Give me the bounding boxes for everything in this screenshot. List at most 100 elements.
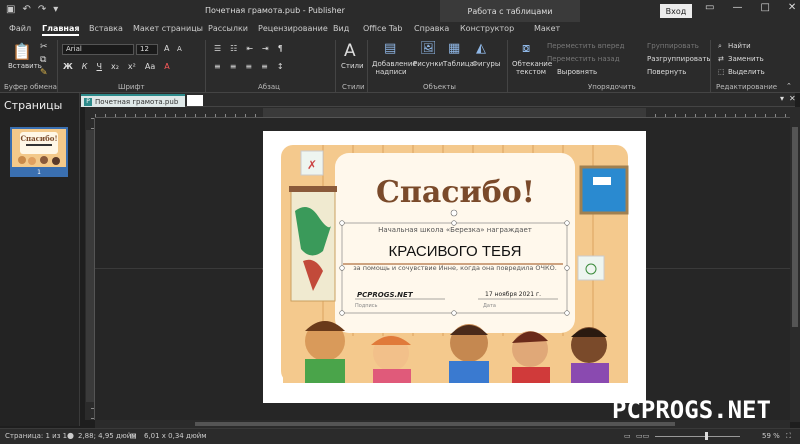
send-backward-button[interactable]: Переместить назад bbox=[547, 55, 620, 63]
status-size: 6,01 x 0,34 дюйм bbox=[144, 432, 207, 440]
tab-insert[interactable]: Вставка bbox=[89, 24, 123, 33]
page-thumbnail[interactable]: Спасибо! bbox=[10, 127, 68, 169]
certificate-reason[interactable]: за помощь и сочувствие Инне, когда она п… bbox=[343, 264, 567, 272]
copy-icon[interactable]: ⧉ bbox=[40, 55, 46, 65]
italic-icon[interactable]: К bbox=[82, 62, 88, 71]
certificate-signature[interactable]: PCPROGS.NET bbox=[357, 291, 413, 299]
new-tab-button[interactable] bbox=[187, 95, 203, 106]
numbering-icon[interactable]: ☷ bbox=[230, 44, 237, 53]
zoom-slider-knob[interactable] bbox=[705, 432, 708, 440]
document-tab[interactable]: P Почетная грамота.pub bbox=[81, 94, 185, 107]
fit-page-icon[interactable]: ⛶ bbox=[786, 432, 791, 441]
horizontal-scroll-thumb[interactable] bbox=[195, 422, 675, 426]
document-tab-bar: P Почетная грамота.pub ▾ ✕ bbox=[80, 93, 796, 107]
styles-button[interactable]: Стили bbox=[341, 62, 364, 70]
tab-list-icon[interactable]: ▾ bbox=[780, 94, 784, 103]
find-button[interactable]: Найти bbox=[728, 42, 751, 50]
login-button[interactable]: Вход bbox=[660, 4, 692, 18]
align-left-icon[interactable]: ≡ bbox=[214, 62, 221, 71]
undo-icon[interactable]: ↶ bbox=[22, 4, 30, 15]
group-button[interactable]: Группировать bbox=[647, 42, 699, 50]
redo-icon[interactable]: ↷ bbox=[38, 4, 46, 15]
position-icon: ● bbox=[67, 431, 74, 440]
align-button[interactable]: Выровнять bbox=[557, 68, 597, 76]
zoom-level[interactable]: 59 % bbox=[762, 432, 780, 440]
decrease-indent-icon[interactable]: ⇤ bbox=[246, 44, 253, 53]
status-bar: Страница: 1 из 1 ● 2,88; 4,95 дюйм ▤ 6,0… bbox=[0, 428, 800, 444]
tab-mailings[interactable]: Рассылки bbox=[208, 24, 248, 33]
status-page[interactable]: Страница: 1 из 1 bbox=[5, 432, 67, 440]
thumbnail-preview: Спасибо! bbox=[12, 129, 66, 167]
font-color-icon[interactable]: A bbox=[164, 62, 169, 71]
align-center-icon[interactable]: ≡ bbox=[230, 62, 237, 71]
separator bbox=[205, 40, 206, 92]
show-marks-icon[interactable]: ¶ bbox=[278, 44, 283, 53]
tab-page-layout[interactable]: Макет страницы bbox=[133, 24, 203, 33]
justify-icon[interactable]: ≡ bbox=[261, 62, 268, 71]
two-page-view-icon[interactable]: ▭▭ bbox=[636, 432, 649, 440]
select-icon: ⬚ bbox=[718, 68, 725, 76]
zoom-slider[interactable] bbox=[655, 436, 740, 437]
bold-icon[interactable]: Ж bbox=[63, 62, 73, 71]
separator bbox=[367, 40, 368, 92]
wrap-text-icon: ⧇ bbox=[522, 41, 531, 56]
ribbon-display-icon[interactable]: ▭ bbox=[705, 2, 714, 13]
tab-view[interactable]: Вид bbox=[333, 24, 349, 33]
vertical-scroll-thumb[interactable] bbox=[792, 127, 798, 327]
vertical-scrollbar[interactable] bbox=[790, 107, 800, 422]
certificate-recipient[interactable]: КРАСИВОГО ТЕБЯ bbox=[343, 243, 567, 260]
styles-icon: A bbox=[344, 41, 356, 61]
rotate-button[interactable]: Повернуть bbox=[647, 68, 686, 76]
tab-help[interactable]: Справка bbox=[414, 24, 449, 33]
table-button[interactable]: Таблица bbox=[443, 60, 474, 68]
size-icon: ▤ bbox=[130, 432, 137, 440]
tab-close-icon[interactable]: ✕ bbox=[789, 94, 796, 103]
window-controls: ▭ — □ ✕ bbox=[705, 2, 796, 13]
line-spacing-icon[interactable]: ↕ bbox=[277, 62, 284, 71]
select-button[interactable]: Выделить bbox=[728, 68, 765, 76]
increase-indent-icon[interactable]: ⇥ bbox=[262, 44, 269, 53]
certificate-page[interactable]: ✗ Спасибо! Начальная школа «Березка» наг… bbox=[263, 131, 646, 403]
tab-designer[interactable]: Конструктор bbox=[460, 24, 514, 33]
tab-file[interactable]: Файл bbox=[9, 24, 31, 33]
collapse-ribbon-icon[interactable]: ⌃ bbox=[786, 82, 792, 90]
replace-button[interactable]: Заменить bbox=[728, 55, 764, 63]
quick-access-toolbar: ▣ ↶ ↷ ▾ bbox=[6, 4, 58, 15]
superscript-icon[interactable]: x² bbox=[128, 62, 136, 71]
bullets-icon[interactable]: ☰ bbox=[214, 44, 221, 53]
close-icon[interactable]: ✕ bbox=[788, 2, 796, 13]
strikethrough-icon[interactable]: x₂ bbox=[111, 62, 119, 71]
add-textbox-button[interactable]: Добавление надписи bbox=[372, 60, 417, 76]
customize-icon[interactable]: ▾ bbox=[53, 4, 58, 15]
cut-icon[interactable]: ✂ bbox=[40, 42, 48, 52]
layout-view-icon[interactable]: ▭ bbox=[624, 432, 631, 440]
tab-layout[interactable]: Макет bbox=[534, 24, 560, 33]
tab-office-tab[interactable]: Office Tab bbox=[363, 24, 402, 33]
maximize-icon[interactable]: □ bbox=[760, 2, 769, 13]
shrink-font-icon[interactable]: A bbox=[177, 45, 182, 53]
status-position: 2,88; 4,95 дюйм bbox=[78, 432, 137, 440]
ungroup-button[interactable]: Разгруппировать bbox=[647, 55, 711, 63]
tab-home[interactable]: Главная bbox=[42, 24, 80, 36]
grow-font-icon[interactable]: A bbox=[164, 44, 169, 53]
font-name-box[interactable]: Arial bbox=[62, 44, 134, 55]
format-painter-icon[interactable]: ✎ bbox=[40, 68, 48, 78]
minimize-icon[interactable]: — bbox=[732, 2, 742, 13]
save-icon[interactable]: ▣ bbox=[6, 4, 15, 15]
font-size-box[interactable]: 12 bbox=[136, 44, 158, 55]
certificate-presenter[interactable]: Начальная школа «Березка» награждает bbox=[343, 226, 567, 234]
group-paragraph: Абзац bbox=[258, 83, 280, 91]
certificate-heading[interactable]: Спасибо! bbox=[353, 175, 558, 210]
bring-forward-button[interactable]: Переместить вперед bbox=[547, 42, 624, 50]
paste-button[interactable]: Вставить bbox=[8, 62, 42, 70]
certificate-date[interactable]: 17 ноября 2021 г. bbox=[485, 291, 541, 298]
tab-review[interactable]: Рецензирование bbox=[258, 24, 328, 33]
ribbon: 📋 Вставить ✂ ⧉ ✎ Буфер обмена Arial 12 A… bbox=[0, 38, 800, 93]
wrap-text-button[interactable]: Обтекание текстом bbox=[512, 60, 552, 76]
underline-icon[interactable]: Ч bbox=[96, 62, 101, 71]
change-case-icon[interactable]: Aa bbox=[145, 62, 155, 71]
pictures-button[interactable]: Рисунки bbox=[413, 60, 443, 68]
ruler-corner[interactable] bbox=[85, 107, 95, 118]
shapes-button[interactable]: Фигуры bbox=[472, 60, 500, 68]
align-right-icon[interactable]: ≡ bbox=[245, 62, 252, 71]
